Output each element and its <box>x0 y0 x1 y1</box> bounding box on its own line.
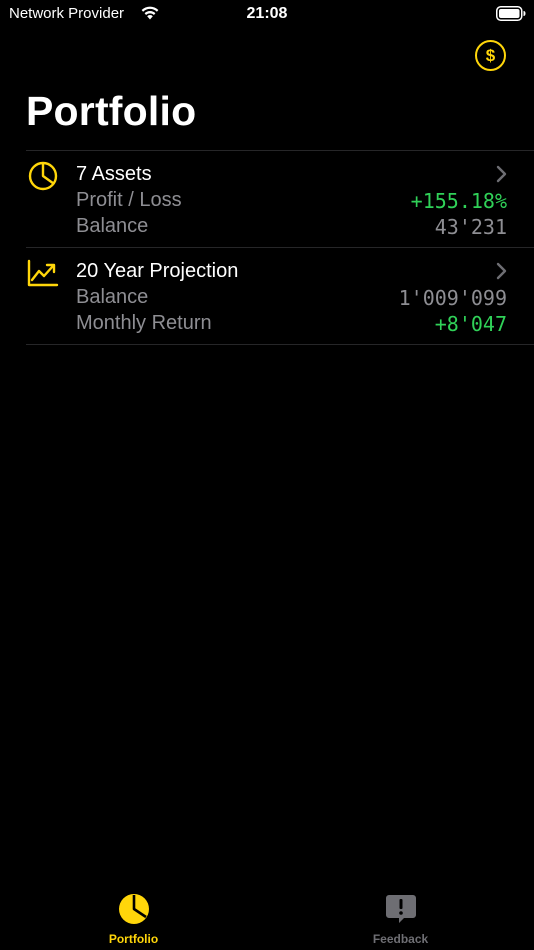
profit-loss-value: +155.18% <box>410 189 507 213</box>
chevron-right-icon <box>496 165 507 183</box>
pie-chart-icon <box>118 894 149 924</box>
chevron-right-icon <box>496 262 507 280</box>
status-time: 21:08 <box>246 5 288 22</box>
projection-row[interactable]: 20 Year Projection Balance 1'009'099 Mon… <box>26 248 534 345</box>
battery-icon <box>496 6 526 21</box>
projected-balance-value: 1'009'099 <box>398 286 507 310</box>
assets-row[interactable]: 7 Assets Profit / Loss +155.18% Balance … <box>26 151 534 248</box>
monthly-return-label: Monthly Return <box>76 312 212 334</box>
projected-balance-label: Balance <box>76 286 149 308</box>
tab-feedback[interactable]: Feedback <box>267 888 534 950</box>
tab-label: Portfolio <box>108 932 159 946</box>
balance-label: Balance <box>76 215 149 237</box>
row-title: 20 Year Projection <box>76 260 239 282</box>
status-bar: Network Provider 21:08 <box>0 0 534 28</box>
page-title: Portfolio <box>26 88 197 134</box>
dollar-icon: $ <box>485 45 496 65</box>
tab-bar: Portfolio Feedback <box>0 888 534 950</box>
feedback-bubble-icon <box>385 895 416 923</box>
currency-button[interactable]: $ <box>475 40 506 71</box>
monthly-return-value: +8'047 <box>434 312 507 336</box>
profit-loss-label: Profit / Loss <box>76 189 182 211</box>
trend-up-icon <box>27 259 59 287</box>
row-title: 7 Assets <box>76 163 152 185</box>
balance-value: 43'231 <box>434 215 507 239</box>
pie-chart-icon <box>28 161 58 191</box>
portfolio-list: 7 Assets Profit / Loss +155.18% Balance … <box>26 150 534 345</box>
tab-label: Feedback <box>372 932 429 946</box>
tab-portfolio[interactable]: Portfolio <box>0 888 267 950</box>
